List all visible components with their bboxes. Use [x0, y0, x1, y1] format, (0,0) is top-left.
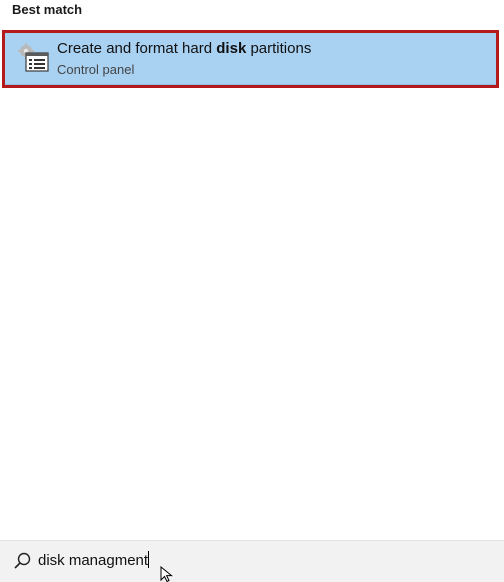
- result-title: Create and format hard disk partitions: [57, 40, 311, 57]
- search-query-text: disk managment: [38, 552, 149, 569]
- text-caret: [148, 551, 150, 568]
- best-match-result[interactable]: Create and format hard disk partitions C…: [4, 30, 497, 85]
- search-input[interactable]: disk managment: [38, 551, 150, 571]
- disk-management-icon: [17, 41, 51, 75]
- search-box[interactable]: disk managment: [0, 540, 504, 582]
- result-title-prefix: Create and format hard: [57, 40, 217, 57]
- mouse-pointer-icon: [160, 565, 174, 582]
- result-title-match: disk: [216, 40, 247, 57]
- best-match-heading: Best match: [12, 2, 83, 17]
- search-results-panel: Best match Create and format hard disk p…: [0, 0, 504, 582]
- result-title-suffix: partitions: [246, 40, 312, 57]
- result-subtitle: Control panel: [57, 62, 135, 77]
- search-icon: [12, 551, 32, 571]
